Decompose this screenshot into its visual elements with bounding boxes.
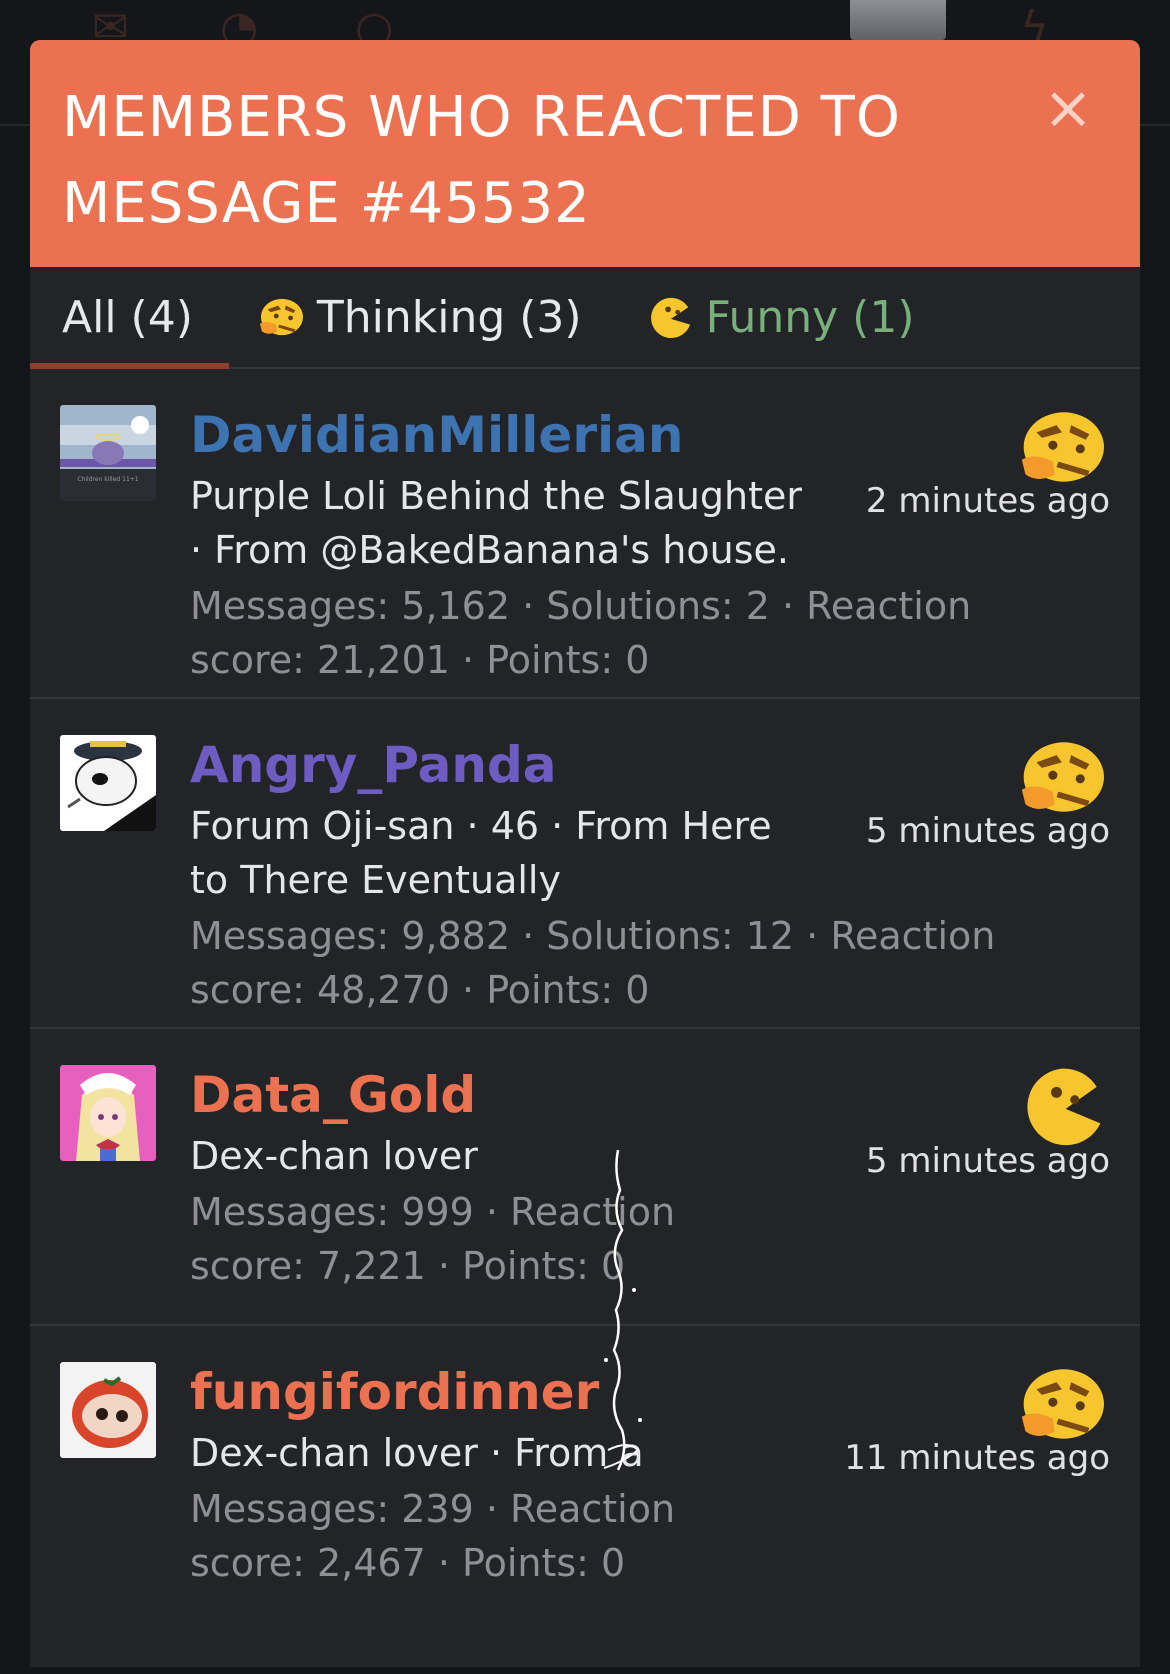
member-list: Children killed 11+1 DavidianMillerian P… xyxy=(30,369,1140,1626)
member-name[interactable]: fungifordinner xyxy=(190,1362,1110,1422)
tab-thinking-label: Thinking (3) xyxy=(316,291,582,343)
tab-thinking[interactable]: Thinking (3) xyxy=(257,267,582,367)
reaction-time: 5 minutes ago xyxy=(865,811,1110,851)
thinking-emoji-icon xyxy=(259,298,303,336)
page: ✉ ◔ ○ ϟ MEMBERS WHO REACTED TO MESSAGE #… xyxy=(0,0,1170,1674)
member-title: Forum Oji-san · 46 · From Here to There … xyxy=(190,804,772,902)
list-item: Data_Gold Dex-chan lover Messages: 999 ·… xyxy=(30,1029,1140,1326)
tab-funny-label: Funny (1) xyxy=(705,291,915,343)
member-stats: Messages: 999 · Reaction score: 7,221 · … xyxy=(190,1190,676,1288)
scribble-overlay xyxy=(603,1150,642,1471)
member-name[interactable]: Data_Gold xyxy=(190,1065,1110,1125)
reaction-time: 5 minutes ago xyxy=(865,1141,1110,1181)
avatar[interactable] xyxy=(60,1065,156,1161)
funny-emoji-icon xyxy=(650,297,690,339)
tab-all[interactable]: All (4) xyxy=(30,267,229,369)
thinking-emoji-icon xyxy=(1021,1369,1104,1439)
thinking-emoji-icon xyxy=(1021,412,1104,482)
avatar[interactable] xyxy=(60,735,156,831)
reaction-tabs: All (4) Thinking (3) Funny (1) xyxy=(30,267,1140,369)
funny-emoji-icon xyxy=(1027,1068,1101,1146)
reaction-time: 2 minutes ago xyxy=(865,481,1110,521)
member-title: Dex-chan lover xyxy=(190,1134,478,1178)
member-name[interactable]: DavidianMillerian xyxy=(190,405,1110,465)
close-button[interactable]: × xyxy=(1040,78,1096,138)
member-title: Purple Loli Behind the Slaughter · From … xyxy=(190,474,803,572)
reactions-modal: MEMBERS WHO REACTED TO MESSAGE #45532 × … xyxy=(30,40,1140,1667)
member-stats: Messages: 239 · Reaction score: 2,467 · … xyxy=(190,1487,676,1585)
member-stats: Messages: 5,162 · Solutions: 2 · Reactio… xyxy=(190,584,972,682)
user-avatar[interactable] xyxy=(850,0,946,40)
reaction-time: 11 minutes ago xyxy=(844,1438,1110,1478)
member-stats: Messages: 9,882 · Solutions: 12 · Reacti… xyxy=(190,914,996,1012)
tab-all-label: All (4) xyxy=(62,291,193,343)
avatar[interactable] xyxy=(60,1362,156,1458)
tab-funny[interactable]: Funny (1) xyxy=(646,267,915,367)
avatar-caption: Children killed 11+1 xyxy=(77,476,138,483)
list-item: Children killed 11+1 DavidianMillerian P… xyxy=(30,369,1140,699)
list-item: Angry_Panda Forum Oji-san · 46 · From He… xyxy=(30,699,1140,1029)
modal-title: MEMBERS WHO REACTED TO MESSAGE #45532 xyxy=(62,85,901,236)
member-title: Dex-chan lover · From a xyxy=(190,1431,644,1475)
thinking-emoji-icon xyxy=(1021,742,1104,812)
avatar[interactable]: Children killed 11+1 xyxy=(60,405,156,501)
member-name[interactable]: Angry_Panda xyxy=(190,735,1110,795)
list-item: fungifordinner Dex-chan lover · From a M… xyxy=(30,1326,1140,1626)
modal-header: MEMBERS WHO REACTED TO MESSAGE #45532 × xyxy=(30,40,1140,267)
